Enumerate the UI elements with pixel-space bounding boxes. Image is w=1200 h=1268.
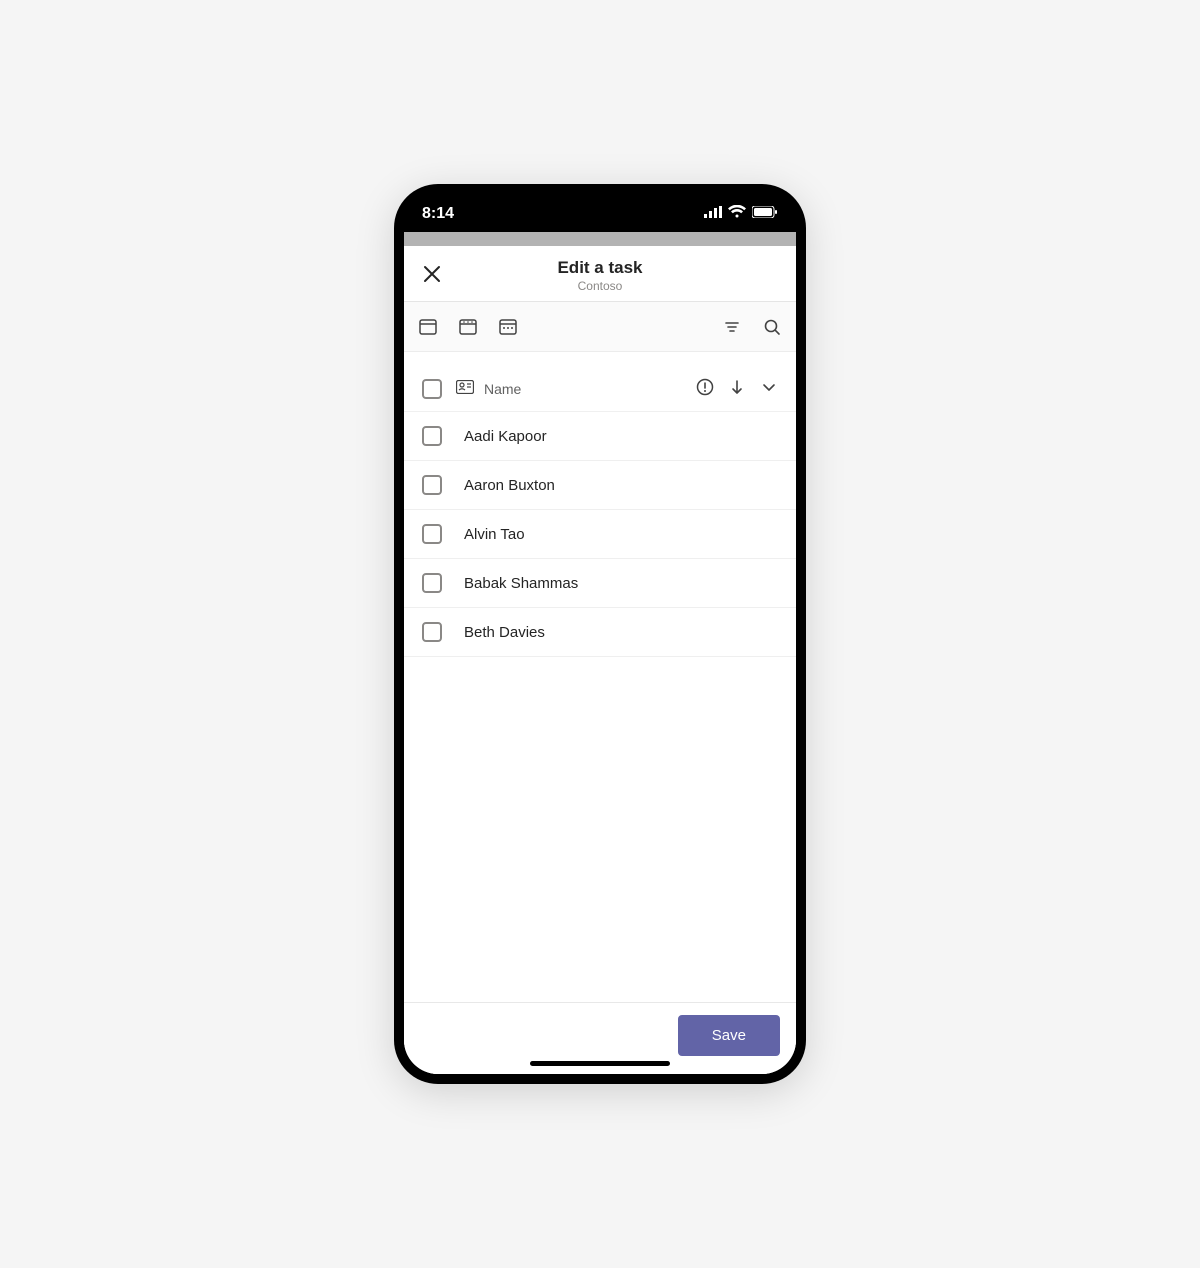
list-item[interactable]: Beth Davies xyxy=(404,608,796,657)
battery-icon xyxy=(752,205,778,223)
person-name: Aaron Buxton xyxy=(462,477,555,494)
calendar-week-icon xyxy=(459,318,477,336)
alert-column-icon[interactable] xyxy=(696,378,714,399)
person-name: Beth Davies xyxy=(462,624,545,641)
status-icons xyxy=(704,205,778,223)
view-week-button[interactable] xyxy=(458,317,478,337)
row-checkbox[interactable] xyxy=(422,426,442,446)
row-checkbox[interactable] xyxy=(422,524,442,544)
row-checkbox[interactable] xyxy=(422,622,442,642)
close-button[interactable] xyxy=(418,260,446,288)
view-month-button[interactable] xyxy=(498,317,518,337)
list-item[interactable]: Alvin Tao xyxy=(404,510,796,559)
content-area: Name xyxy=(404,352,796,1002)
calendar-month-icon xyxy=(499,318,517,336)
column-name-label[interactable]: Name xyxy=(484,381,521,397)
page-title: Edit a task xyxy=(557,258,642,278)
toolbar xyxy=(404,302,796,352)
wifi-icon xyxy=(728,205,746,223)
row-checkbox[interactable] xyxy=(422,573,442,593)
row-checkbox[interactable] xyxy=(422,475,442,495)
chevron-down-icon[interactable] xyxy=(760,378,778,399)
sheet-header: Edit a task Contoso xyxy=(404,246,796,302)
sheet-handle-area xyxy=(404,232,796,246)
calendar-day-icon xyxy=(419,318,437,336)
close-icon xyxy=(422,264,442,284)
status-time: 8:14 xyxy=(422,205,454,223)
status-bar: 8:14 xyxy=(404,196,796,232)
person-name: Alvin Tao xyxy=(462,526,525,543)
select-all-checkbox[interactable] xyxy=(422,379,442,399)
filter-icon xyxy=(723,318,741,336)
person-name: Babak Shammas xyxy=(462,575,578,592)
list-item[interactable]: Babak Shammas xyxy=(404,559,796,608)
cellular-icon xyxy=(704,205,722,223)
title-block: Edit a task Contoso xyxy=(557,258,642,293)
page-subtitle: Contoso xyxy=(557,279,642,293)
contact-card-icon xyxy=(456,380,474,397)
list-item[interactable]: Aaron Buxton xyxy=(404,461,796,510)
list-item[interactable]: Aadi Kapoor xyxy=(404,412,796,461)
sort-arrow-down-icon[interactable] xyxy=(728,378,746,399)
screen: Edit a task Contoso xyxy=(404,232,796,1074)
person-name: Aadi Kapoor xyxy=(462,428,547,445)
list-header-row: Name xyxy=(404,368,796,412)
home-indicator[interactable] xyxy=(530,1061,670,1066)
search-button[interactable] xyxy=(762,317,782,337)
filter-button[interactable] xyxy=(722,317,742,337)
search-icon xyxy=(763,318,781,336)
sheet: Edit a task Contoso xyxy=(404,246,796,1074)
save-button[interactable]: Save xyxy=(678,1015,780,1056)
phone-frame: 8:14 Edit a task Contoso xyxy=(394,184,806,1084)
view-day-button[interactable] xyxy=(418,317,438,337)
